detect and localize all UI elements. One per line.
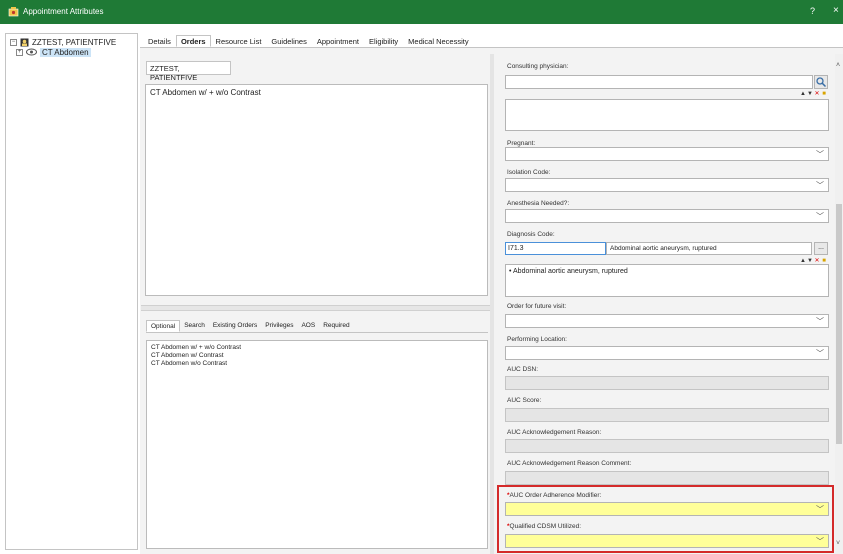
subtab-required[interactable]: Required — [319, 320, 353, 332]
remove-icon[interactable]: ✕ — [814, 91, 820, 97]
tree-order-label: CT Abdomen — [40, 47, 91, 57]
auc-dsn-field — [505, 376, 829, 390]
move-down-icon[interactable]: ▼ — [807, 91, 813, 97]
chevron-down-icon: ﹀ — [816, 349, 824, 358]
subtab-divider — [146, 332, 488, 333]
auc-ack-reason-label: AUC Acknowledgement Reason: — [507, 429, 602, 436]
window-title: Appointment Attributes — [23, 7, 104, 16]
subtab-optional[interactable]: Optional — [146, 320, 181, 332]
move-up-icon[interactable]: ▲ — [800, 91, 806, 97]
tab-orders[interactable]: Orders — [175, 35, 211, 47]
help-button[interactable]: ? — [810, 6, 815, 16]
optional-orders-list[interactable]: CT Abdomen w/ + w/o Contrast CT Abdomen … — [146, 340, 488, 549]
diagnosis-lookup-button[interactable]: ... — [814, 242, 828, 255]
scroll-down-icon[interactable]: ˅ — [836, 540, 840, 547]
auc-score-label: AUC Score: — [507, 397, 542, 404]
scroll-up-icon[interactable]: ˄ — [836, 62, 840, 69]
horizontal-splitter[interactable] — [141, 305, 490, 311]
subtab-existing-orders[interactable]: Existing Orders — [209, 320, 261, 332]
scroll-thumb[interactable] — [836, 204, 842, 444]
app-icon — [8, 7, 19, 17]
tab-appointment[interactable]: Appointment — [312, 35, 364, 47]
orders-list[interactable]: CT Abdomen w/ + w/o Contrast — [145, 84, 488, 296]
auc-ack-reason-field — [505, 439, 829, 453]
order-future-visit-label: Order for future visit: — [507, 303, 567, 310]
pregnant-select[interactable]: ﹀ — [505, 147, 829, 161]
order-item[interactable]: CT Abdomen w/ + w/o Contrast — [150, 88, 483, 97]
tab-guidelines[interactable]: Guidelines — [266, 35, 311, 47]
order-patient-name: ZZTEST, PATIENTFIVE — [146, 61, 231, 82]
diagnosis-code-label: Diagnosis Code: — [507, 231, 555, 238]
anesthesia-needed-label: Anesthesia Needed?: — [507, 200, 570, 207]
performing-location-label: Performing Location: — [507, 336, 567, 343]
annotation-highlight-box — [497, 485, 834, 553]
tree-node-order[interactable]: + CT Abdomen — [16, 47, 91, 57]
diagnosis-code-input[interactable]: I71.3 — [505, 242, 606, 255]
tab-eligibility[interactable]: Eligibility — [364, 35, 403, 47]
physician-list[interactable] — [505, 99, 829, 131]
physician-list-tools: ▲ ▼ ✕ ■ — [800, 91, 827, 97]
subtab-aos[interactable]: AOS — [297, 320, 319, 332]
collapse-icon[interactable]: − — [10, 38, 17, 46]
tree-patient-label: ZZTEST, PATIENTFIVE — [32, 37, 117, 47]
order-future-visit-select[interactable]: ﹀ — [505, 314, 829, 328]
diagnosis-description: Abdominal aortic aneurysm, ruptured — [606, 242, 812, 255]
auc-ack-reason-comment-field — [505, 471, 829, 485]
chevron-down-icon: ﹀ — [816, 212, 824, 221]
consulting-physician-input[interactable] — [505, 75, 813, 89]
edit-icon[interactable]: ■ — [821, 91, 827, 97]
list-item[interactable]: CT Abdomen w/ Contrast — [151, 352, 483, 360]
main-tabs: Details Orders Resource List Guidelines … — [143, 35, 474, 47]
consulting-physician-label: Consulting physician: — [507, 63, 569, 70]
expand-icon[interactable]: + — [16, 48, 23, 56]
order-search-tabs: Optional Search Existing Orders Privileg… — [146, 320, 354, 332]
appointment-tree: − ZZTEST, PATIENTFIVE + CT Abdomen — [5, 33, 138, 550]
order-attributes-form: Consulting physician: ▲ ▼ ✕ ■ Pregnant: … — [500, 54, 835, 554]
patient-icon — [20, 38, 29, 46]
tab-medical-necessity[interactable]: Medical Necessity — [403, 35, 473, 47]
chevron-down-icon: ﹀ — [816, 181, 824, 190]
physician-search-button[interactable] — [814, 75, 828, 89]
subtab-search[interactable]: Search — [180, 320, 209, 332]
subtab-privileges[interactable]: Privileges — [261, 320, 297, 332]
tree-node-patient[interactable]: − ZZTEST, PATIENTFIVE — [10, 37, 116, 47]
close-button[interactable]: × — [833, 5, 839, 16]
diagnosis-list-item[interactable]: • Abdominal aortic aneurysm, ruptured — [509, 268, 628, 275]
isolation-code-select[interactable]: ﹀ — [505, 178, 829, 192]
performing-location-select[interactable]: ﹀ — [505, 346, 829, 360]
form-scrollbar[interactable]: ˄ ˅ — [835, 54, 843, 554]
auc-ack-reason-comment-label: AUC Acknowledgement Reason Comment: — [507, 460, 632, 467]
chevron-down-icon: ﹀ — [816, 317, 824, 326]
tab-resource-list[interactable]: Resource List — [211, 35, 267, 47]
title-bar: Appointment Attributes ? × — [0, 0, 843, 24]
chevron-down-icon: ﹀ — [816, 150, 824, 159]
vertical-splitter[interactable] — [490, 54, 494, 554]
pregnant-label: Pregnant: — [507, 140, 536, 147]
list-item[interactable]: CT Abdomen w/ + w/o Contrast — [151, 344, 483, 352]
magnifier-icon — [816, 77, 827, 88]
auc-dsn-label: AUC DSN: — [507, 366, 539, 373]
anesthesia-needed-select[interactable]: ﹀ — [505, 209, 829, 223]
tab-details[interactable]: Details — [143, 35, 176, 47]
order-eye-icon — [26, 48, 37, 56]
isolation-code-label: Isolation Code: — [507, 169, 551, 176]
list-item[interactable]: CT Abdomen w/o Contrast — [151, 360, 483, 368]
auc-score-field — [505, 408, 829, 422]
